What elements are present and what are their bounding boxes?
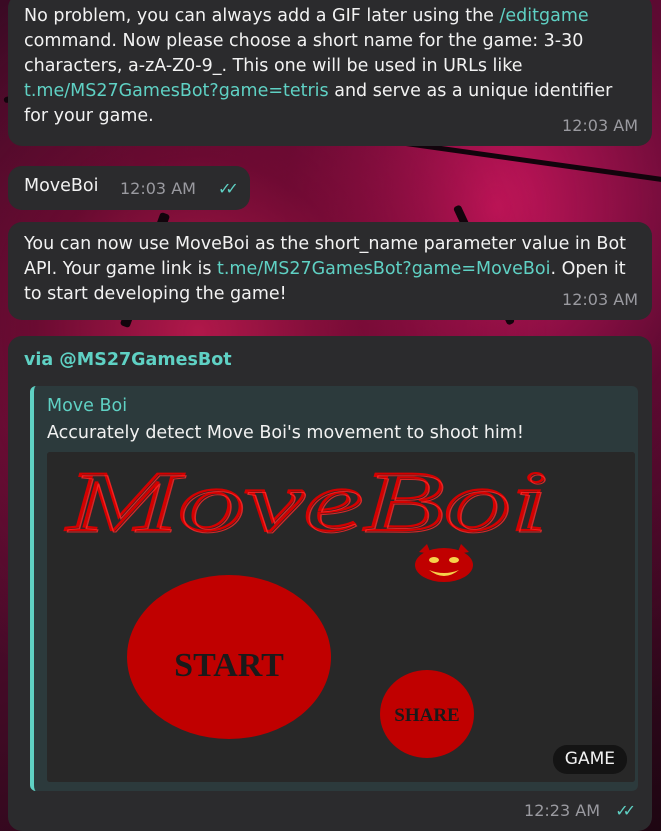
double-check-icon: ✓✓ <box>615 801 636 820</box>
game-description: Accurately detect Move Boi's movement to… <box>47 423 524 443</box>
incoming-message: You can now use MoveBoi as the short_nam… <box>8 222 652 320</box>
via-bot-label[interactable]: via @MS27GamesBot <box>24 348 232 373</box>
double-check-icon: ✓✓ <box>218 179 239 198</box>
game-title: Move Boi <box>47 396 128 416</box>
game-preview[interactable]: MoveBoi MoveBoi START SHARE GAME <box>47 452 635 782</box>
start-label: START <box>174 647 284 684</box>
message-time: 12:03 AM <box>120 179 196 198</box>
share-button[interactable]: SHARE <box>380 670 474 758</box>
url-link[interactable]: t.me/MS27GamesBot?game=MoveBoi <box>217 259 551 279</box>
outgoing-message: MoveBoi 12:03 AM ✓✓ <box>8 166 250 210</box>
start-button[interactable]: START <box>127 575 331 739</box>
game-message: via @MS27GamesBot Move Boi Accurately de… <box>8 336 652 831</box>
message-time: 12:23 AM <box>524 801 600 820</box>
command-link[interactable]: /editgame <box>500 6 589 26</box>
share-label: SHARE <box>394 705 459 726</box>
message-text: command. Now please choose a short name … <box>24 31 584 76</box>
url-link[interactable]: t.me/MS27GamesBot?game=tetris <box>24 81 329 101</box>
devil-face-icon <box>415 544 473 582</box>
message-text: MoveBoi <box>24 176 99 196</box>
game-logo-shadow: MoveBoi <box>66 455 549 551</box>
game-preview-image: MoveBoi MoveBoi START SHARE <box>47 452 635 782</box>
message-time: 12:03 AM <box>562 116 638 135</box>
incoming-message: No problem, you can always add a GIF lat… <box>8 0 652 146</box>
message-time: 12:03 AM <box>562 290 638 309</box>
game-card[interactable]: Move Boi Accurately detect Move Boi's mo… <box>30 386 638 791</box>
message-text: No problem, you can always add a GIF lat… <box>24 6 500 26</box>
game-badge: GAME <box>552 745 627 774</box>
